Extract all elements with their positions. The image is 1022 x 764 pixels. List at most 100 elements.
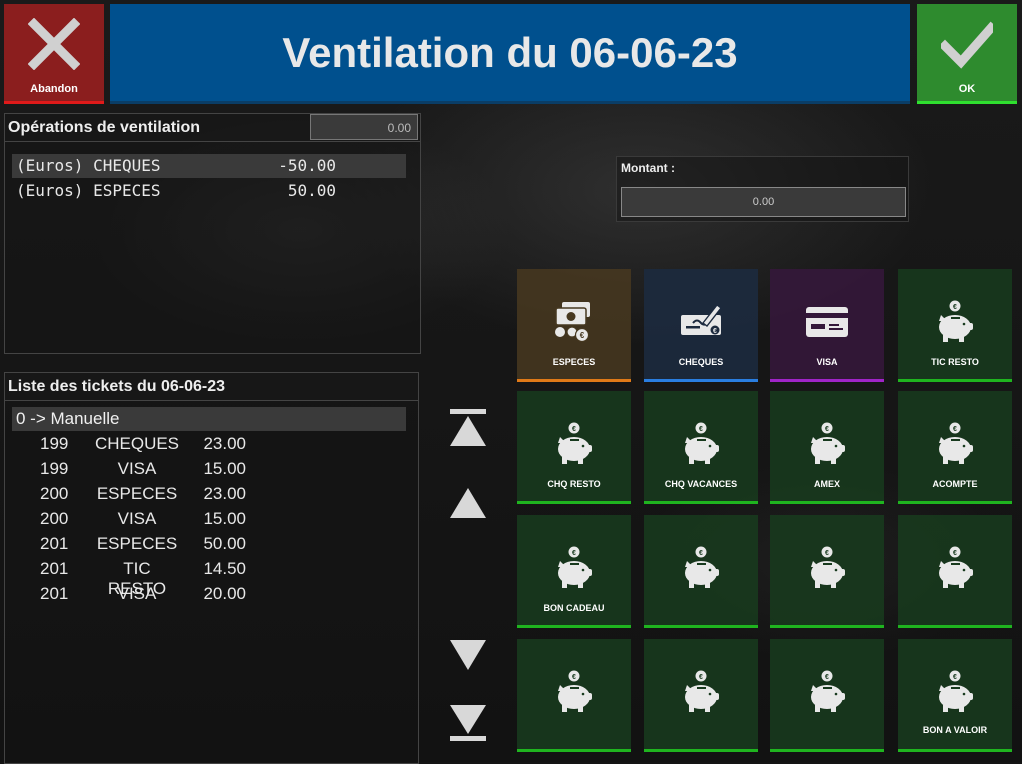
payment-acompte-button[interactable]: € ACOMPTE [898,391,1012,504]
operation-label: (Euros) ESPECES [16,181,161,200]
montant-label: Montant : [621,161,675,175]
payment-empty-button[interactable]: € [517,639,631,752]
svg-text:€: € [699,550,703,557]
montant-input[interactable]: 0.00 [621,187,906,217]
ticket-mode: VISA [117,509,157,528]
svg-text:€: € [953,550,957,557]
operation-label: (Euros) CHEQUES [16,156,161,175]
ticket-number: 201 [40,584,69,603]
ticket-amount: 14.50 [203,559,246,578]
payment-empty-button[interactable]: € [770,639,884,752]
svg-text:€: € [953,426,957,433]
payment-especes-label: ESPECES [552,357,596,367]
svg-text:€: € [825,426,829,433]
title-bar: Ventilation du 06-06-23 [110,4,910,104]
payment-bon-a-valoir-button[interactable]: € BON A VALOIR [898,639,1012,752]
svg-text:€: € [580,331,585,340]
svg-text:€: € [825,550,829,557]
operation-amount: 50.00 [287,181,336,200]
piggy-bank-icon: € [811,670,845,712]
payment-acompte-label: ACOMPTE [932,479,978,489]
piggy-bank-icon: € [811,546,845,588]
ticket-amount: 23.00 [203,434,246,453]
svg-text:€: € [572,674,576,681]
payment-visa-button[interactable]: VISA [770,269,884,382]
piggy-bank-icon: € [558,546,592,588]
cash-icon: € [555,302,590,343]
ticket-amount: 15.00 [203,509,246,528]
operation-row[interactable]: (Euros) CHEQUES -50.00 [12,154,406,178]
scroll-bottom-icon[interactable] [448,704,488,744]
payment-bon-cadeau-button[interactable]: € BON CADEAU [517,515,631,628]
operation-amount: -50.00 [278,156,336,175]
payment-amex-button[interactable]: € AMEX [770,391,884,504]
piggy-bank-icon: € [811,422,845,464]
ticket-mode: CHEQUES [94,434,180,453]
operations-total-field: 0.00 [310,114,418,140]
payment-empty-button[interactable]: € [898,515,1012,628]
ticket-number: 199 [40,459,69,478]
scroll-down-icon[interactable] [448,636,488,676]
payment-bon-cadeau-label: BON CADEAU [543,603,605,613]
payment-empty-button[interactable]: € [770,515,884,628]
tickets-title: Liste des tickets du 06-06-23 [5,373,418,401]
payment-chq-vacances-label: CHQ VACANCES [664,479,738,489]
payment-visa-label: VISA [816,357,838,367]
payment-chq-resto-label: CHQ RESTO [547,479,601,489]
operation-row[interactable]: (Euros) ESPECES 50.00 [12,179,406,203]
payment-empty-button[interactable]: € [644,515,758,628]
piggy-bank-icon: € [685,422,719,464]
ticket-number: 201 [40,559,69,578]
ticket-mode: VISA [117,459,157,478]
scroll-top-icon[interactable] [448,408,488,448]
ticket-number: 200 [40,509,69,528]
ok-label: OK [958,83,976,95]
cheque-icon: € [681,304,722,335]
ticket-mode: ESPECES [96,484,178,503]
svg-text:€: € [953,674,957,681]
ticket-amount: 15.00 [203,459,246,478]
svg-text:€: € [699,426,703,433]
payment-chq-vacances-button[interactable]: € CHQ VACANCES [644,391,758,504]
piggy-bank-icon: € [939,546,973,588]
ticket-group-label: 0 -> Manuelle [16,409,120,428]
piggy-bank-icon: € [939,300,973,342]
payment-chq-resto-button[interactable]: € CHQ RESTO [517,391,631,504]
piggy-bank-icon: € [685,670,719,712]
payment-cheques-button[interactable]: € CHEQUES [644,269,758,382]
scroll-up-icon[interactable] [448,484,488,524]
ticket-row[interactable]: 201 TIC RESTO 14.50 [12,559,312,598]
ticket-row[interactable]: 199 CHEQUES 23.00 [12,434,312,459]
checkmark-icon [941,21,993,69]
close-icon [28,18,80,70]
payment-tic-resto-label: TIC RESTO [931,357,979,367]
piggy-bank-icon: € [939,670,973,712]
ticket-amount: 23.00 [203,484,246,503]
payment-empty-button[interactable]: € [644,639,758,752]
payment-amex-label: AMEX [813,479,840,489]
ticket-amount: 20.00 [203,584,246,603]
piggy-bank-icon: € [939,422,973,464]
svg-text:€: € [713,328,717,335]
ok-button[interactable]: OK [917,4,1017,104]
ticket-mode: VISA [117,584,157,603]
payment-especes-button[interactable]: € ESPECES [517,269,631,382]
ticket-number: 200 [40,484,69,503]
ticket-row[interactable]: 199 VISA 15.00 [12,459,312,484]
ticket-row[interactable]: 200 VISA 15.00 [12,509,312,534]
page-title: Ventilation du 06-06-23 [282,28,738,76]
ticket-amount: 50.00 [203,534,246,553]
ticket-row[interactable]: 201 ESPECES 50.00 [12,534,312,559]
svg-text:€: € [953,304,957,311]
payment-cheques-label: CHEQUES [678,357,724,367]
ticket-mode: ESPECES [96,534,178,553]
credit-card-icon [806,307,848,337]
piggy-bank-icon: € [558,670,592,712]
ticket-row[interactable]: 201 VISA 20.00 [12,584,312,609]
ticket-row[interactable]: 200 ESPECES 23.00 [12,484,312,509]
operations-panel: Opérations de ventilation [4,113,421,354]
cancel-button[interactable]: Abandon [4,4,104,104]
cancel-label: Abandon [30,83,78,95]
payment-tic-resto-button[interactable]: € TIC RESTO [898,269,1012,382]
svg-text:€: € [572,550,576,557]
